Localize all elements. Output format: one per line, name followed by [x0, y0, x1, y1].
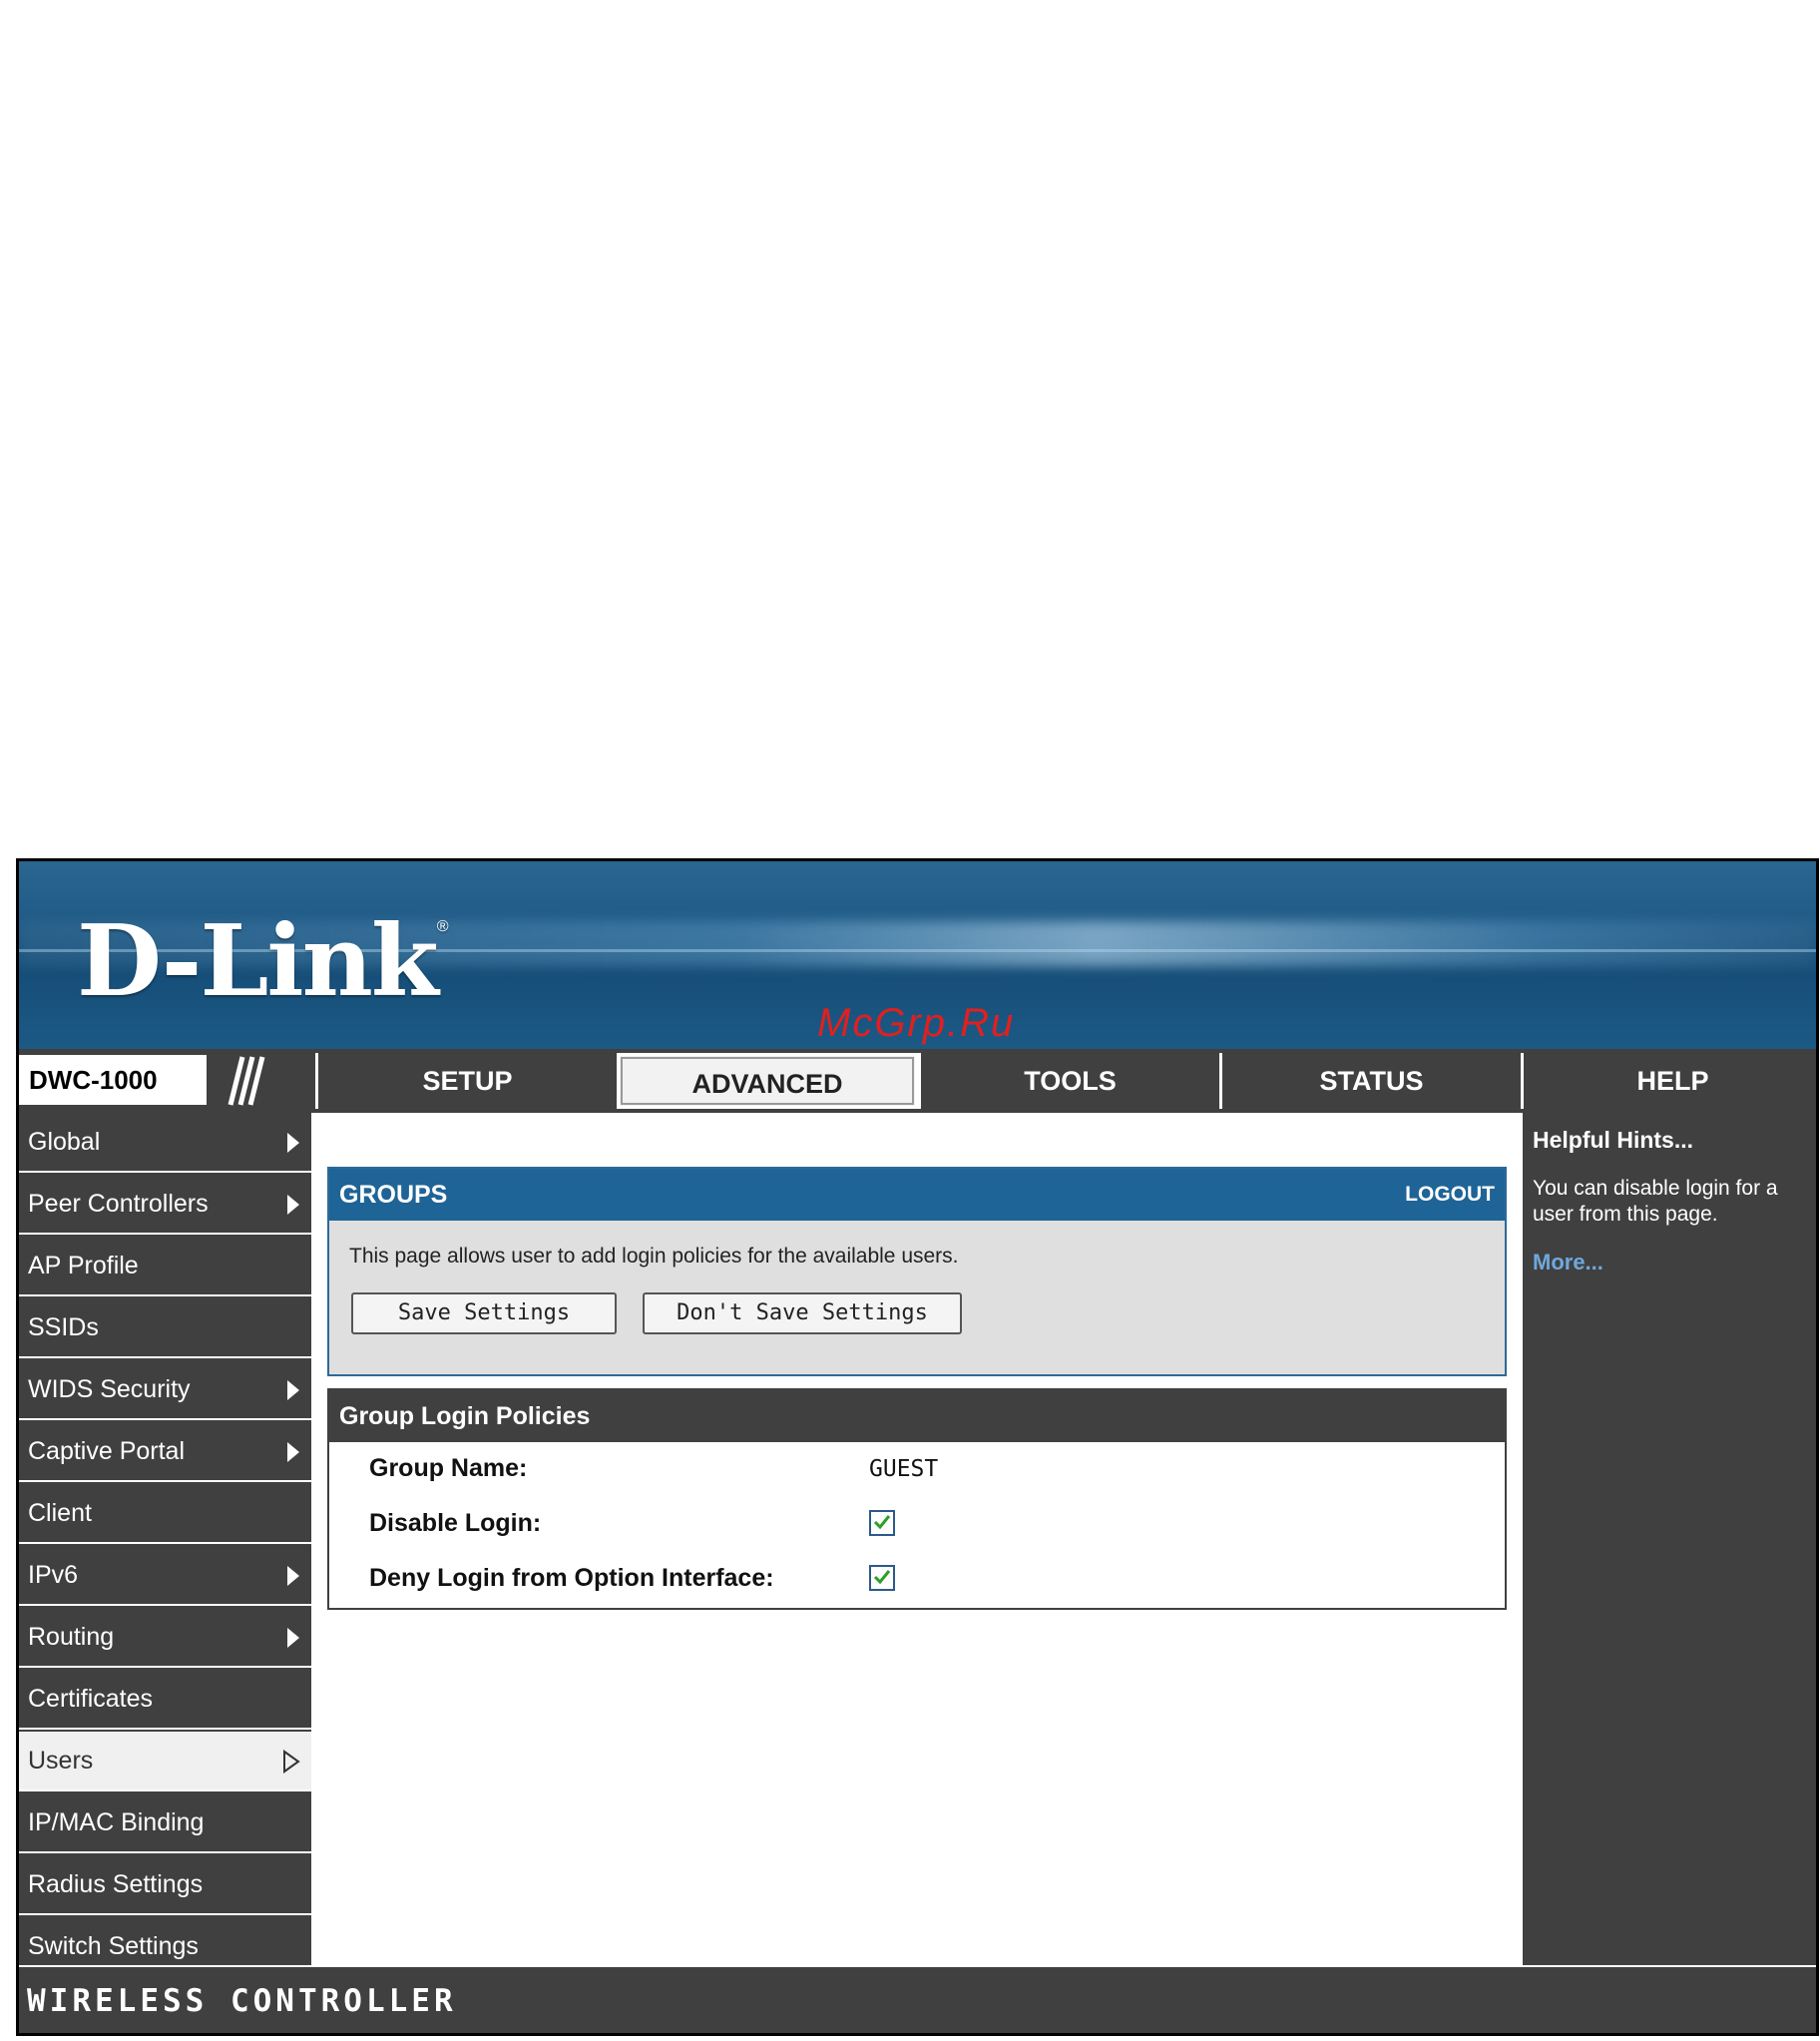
save-settings-button[interactable]: Save Settings	[351, 1292, 617, 1334]
footer-title: WIRELESS CONTROLLER	[27, 1983, 457, 2019]
disable-login-checkbox[interactable]	[869, 1510, 895, 1536]
help-title: Helpful Hints...	[1533, 1127, 1693, 1153]
sidebar-item-client[interactable]: Client	[19, 1484, 311, 1544]
policies-header: Group Login Policies	[329, 1390, 1505, 1442]
help-text: You can disable login for a user from th…	[1533, 1177, 1778, 1226]
help-panel: Helpful Hints... You can disable login f…	[1523, 1113, 1816, 1965]
watermark: McGrp.Ru	[817, 1001, 1016, 1045]
sidebar-item-peer-controllers[interactable]: Peer Controllers	[19, 1175, 311, 1235]
sidebar-item-ipv6[interactable]: IPv6	[19, 1546, 311, 1606]
sidebar-item-ip-mac-binding[interactable]: IP/MAC Binding	[19, 1793, 311, 1853]
sidebar-item-routing[interactable]: Routing	[19, 1608, 311, 1668]
tab-tools[interactable]: TOOLS	[918, 1053, 1219, 1109]
group-name-value: GUEST	[869, 1456, 939, 1482]
tab-setup[interactable]: SETUP	[315, 1053, 617, 1109]
sidebar: Global Peer Controllers AP Profile SSIDs…	[19, 1113, 315, 1977]
groups-title: GROUPS	[339, 1181, 448, 1209]
sidebar-item-certificates[interactable]: Certificates	[19, 1670, 311, 1730]
dont-save-settings-button[interactable]: Don't Save Settings	[643, 1292, 962, 1334]
checkmark-icon	[873, 1570, 891, 1585]
dlink-logo: D-Link®	[77, 904, 449, 1019]
disable-login-label: Disable Login:	[369, 1509, 542, 1537]
arrow-right-icon	[287, 1628, 299, 1648]
groups-header: GROUPS LOGOUT	[329, 1169, 1505, 1221]
model-label: DWC-1000	[19, 1055, 207, 1105]
sidebar-item-wids-security[interactable]: WIDS Security	[19, 1360, 311, 1420]
main-content: GROUPS LOGOUT This page allows user to a…	[315, 1113, 1519, 1965]
logout-link[interactable]: LOGOUT	[1405, 1169, 1495, 1221]
footer: WIRELESS CONTROLLER	[19, 1965, 1816, 2033]
arrow-right-icon	[287, 1195, 299, 1215]
tab-status[interactable]: STATUS	[1219, 1053, 1521, 1109]
checkmark-icon	[873, 1515, 891, 1530]
app-frame: D-Link® McGrp.Ru DWC-1000 SETUP ADVANCED…	[16, 858, 1819, 2036]
slashes-icon	[228, 1056, 265, 1106]
deny-login-checkbox[interactable]	[869, 1565, 895, 1591]
tab-advanced[interactable]: ADVANCED	[617, 1053, 918, 1109]
sidebar-item-ap-profile[interactable]: AP Profile	[19, 1237, 311, 1296]
tab-help[interactable]: HELP	[1521, 1053, 1816, 1109]
sidebar-item-users[interactable]: Users	[19, 1732, 311, 1791]
group-login-policies-panel: Group Login Policies Group Name: GUEST D…	[327, 1388, 1507, 1610]
sidebar-item-global[interactable]: Global	[19, 1113, 311, 1173]
arrow-right-icon	[287, 1133, 299, 1153]
page-description: This page allows user to add login polic…	[349, 1245, 959, 1268]
sidebar-item-captive-portal[interactable]: Captive Portal	[19, 1422, 311, 1482]
sidebar-item-ssids[interactable]: SSIDs	[19, 1298, 311, 1358]
help-more-link[interactable]: More...	[1533, 1250, 1806, 1276]
arrow-right-icon	[287, 1380, 299, 1400]
deny-login-label: Deny Login from Option Interface:	[369, 1564, 774, 1592]
header-banner: D-Link® McGrp.Ru	[19, 861, 1816, 1049]
sidebar-item-radius-settings[interactable]: Radius Settings	[19, 1855, 311, 1915]
top-nav: DWC-1000 SETUP ADVANCED TOOLS STATUS HEL…	[19, 1049, 1816, 1113]
arrow-right-icon	[287, 1566, 299, 1586]
groups-panel: GROUPS LOGOUT This page allows user to a…	[327, 1167, 1507, 1376]
arrow-right-outline-icon	[283, 1750, 300, 1774]
arrow-right-icon	[287, 1442, 299, 1462]
group-name-label: Group Name:	[369, 1454, 528, 1482]
